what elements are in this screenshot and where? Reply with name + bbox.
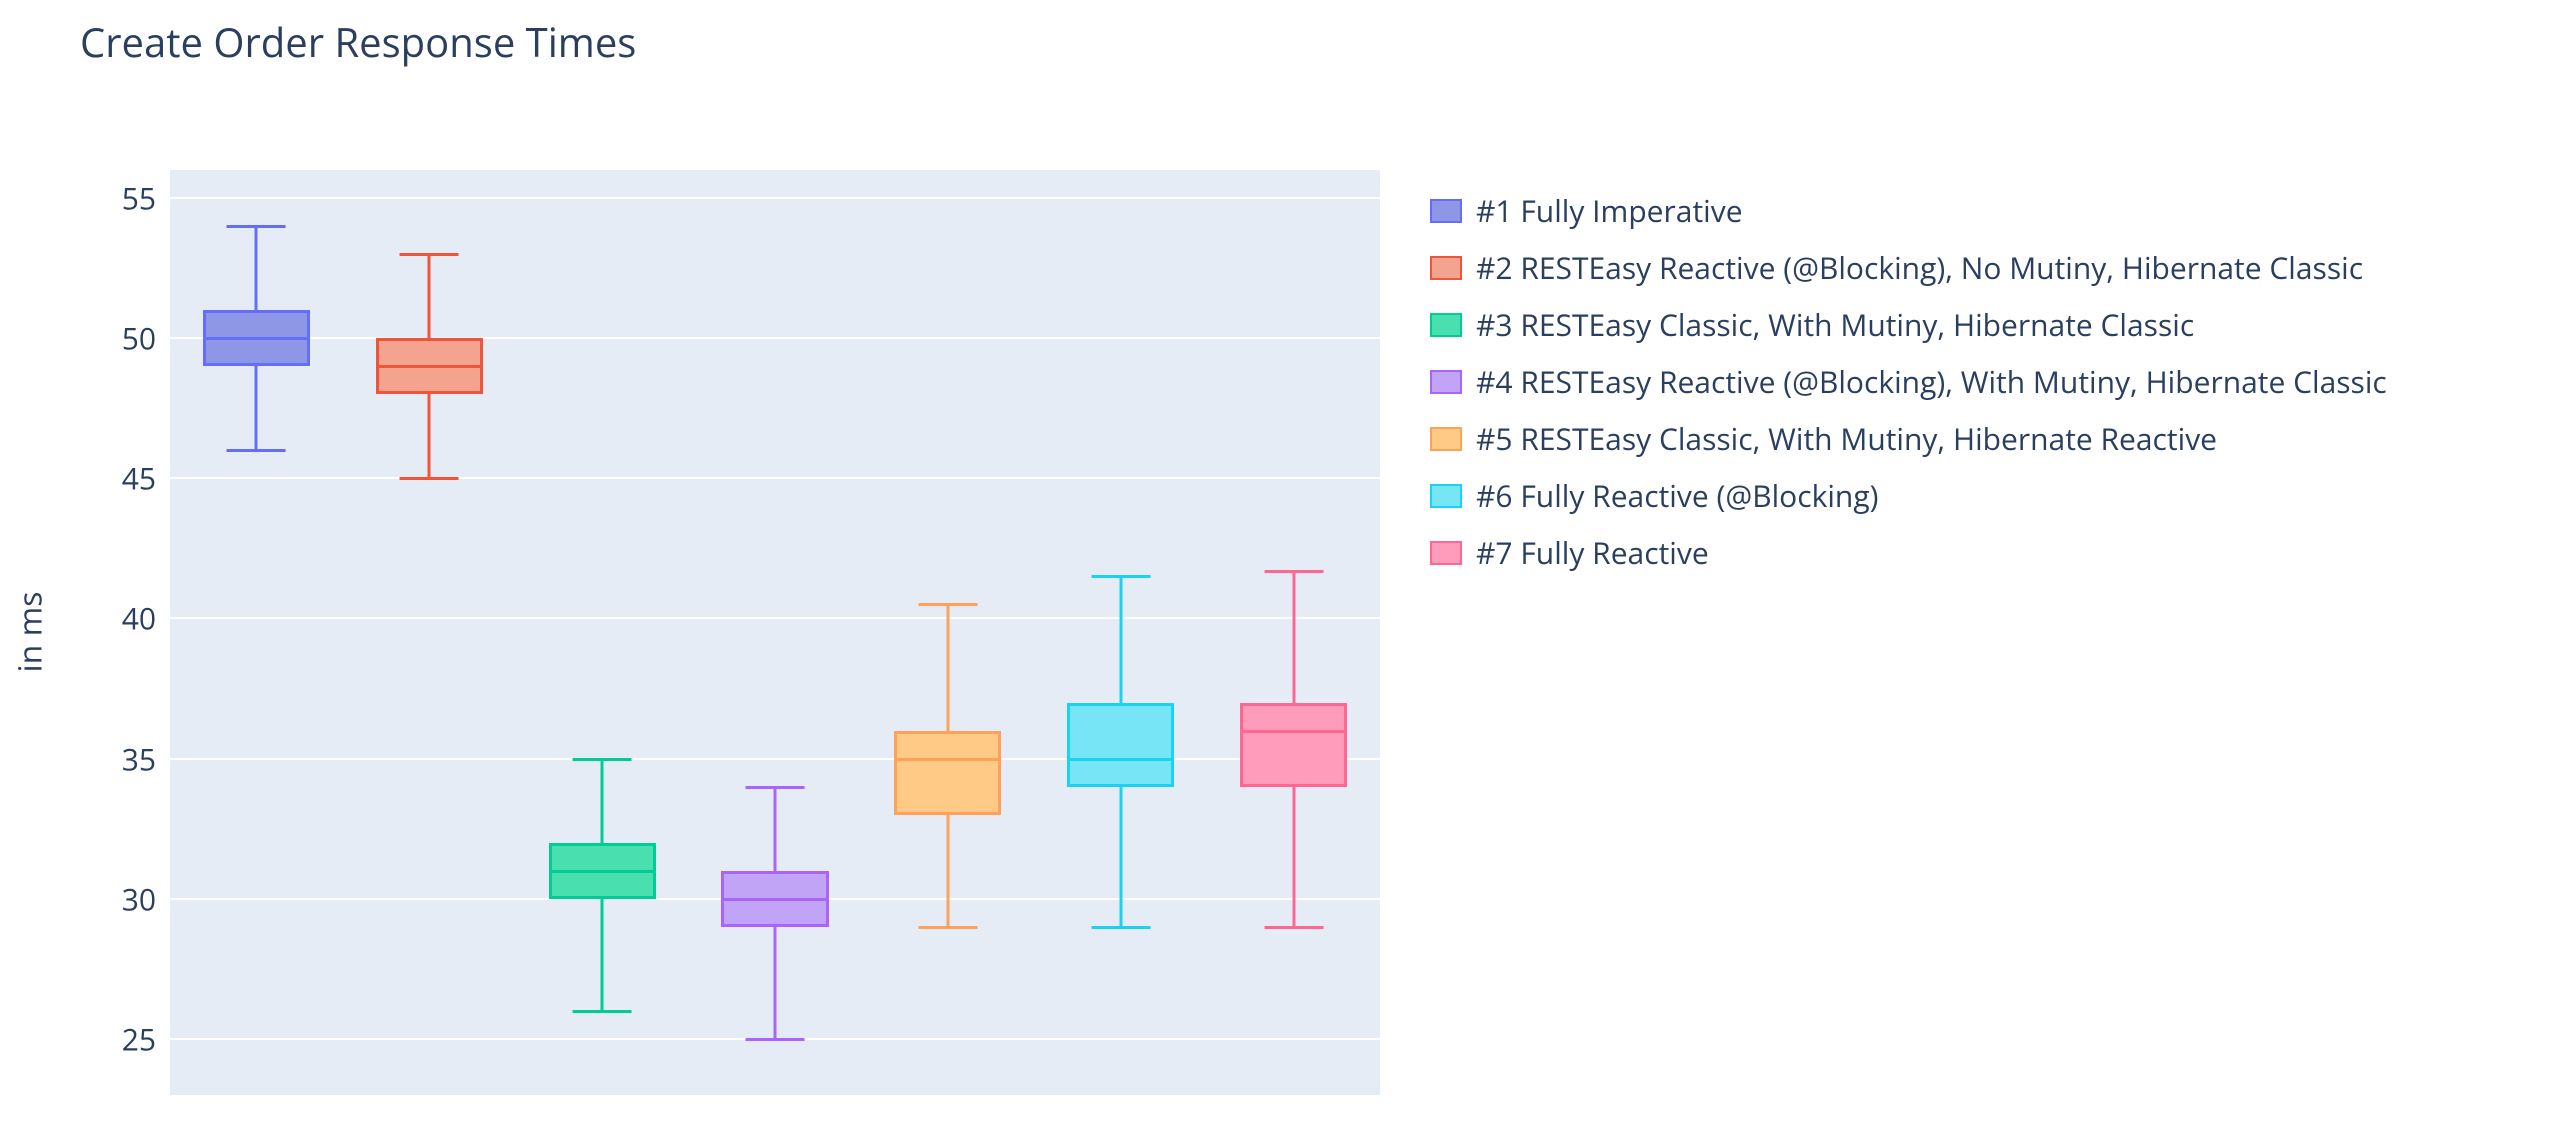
legend: #1 Fully Imperative #2 RESTEasy Reactive … — [1430, 190, 2387, 589]
whisker-cap-top — [400, 253, 459, 256]
ytick-label: 55 — [122, 178, 156, 219]
ytick-label: 45 — [122, 458, 156, 499]
legend-item[interactable]: #4 RESTEasy Reactive (@Blocking), With M… — [1430, 361, 2387, 402]
box-plot-series[interactable] — [1067, 170, 1174, 1095]
whisker-cap-bottom — [400, 477, 459, 480]
box-rect — [1067, 703, 1174, 787]
legend-item[interactable]: #3 RESTEasy Classic, With Mutiny, Hibern… — [1430, 304, 2387, 345]
whisker-cap-top — [573, 758, 632, 761]
chart-title: Create Order Response Times — [80, 14, 636, 69]
box-plot-series[interactable] — [894, 170, 1001, 1095]
legend-swatch — [1430, 256, 1462, 280]
box-plot-series[interactable] — [549, 170, 656, 1095]
ytick-label: 35 — [122, 738, 156, 779]
whisker-cap-bottom — [573, 1010, 632, 1013]
ytick-label: 40 — [122, 598, 156, 639]
legend-label: #3 RESTEasy Classic, With Mutiny, Hibern… — [1476, 304, 2194, 345]
whisker-cap-bottom — [227, 449, 286, 452]
legend-swatch — [1430, 370, 1462, 394]
yaxis-ticks: 25 30 35 40 45 50 55 — [0, 170, 170, 1095]
legend-item[interactable]: #6 Fully Reactive (@Blocking) — [1430, 475, 2387, 516]
whisker-cap-top — [918, 603, 977, 606]
median-line — [894, 758, 1001, 761]
box-plot-series[interactable] — [721, 170, 828, 1095]
legend-item[interactable]: #1 Fully Imperative — [1430, 190, 2387, 231]
legend-item[interactable]: #5 RESTEasy Classic, With Mutiny, Hibern… — [1430, 418, 2387, 459]
legend-label: #1 Fully Imperative — [1476, 190, 1743, 231]
whisker-cap-bottom — [918, 926, 977, 929]
ytick-label: 30 — [122, 878, 156, 919]
median-line — [549, 870, 656, 873]
legend-item[interactable]: #2 RESTEasy Reactive (@Blocking), No Mut… — [1430, 247, 2387, 288]
whisker-cap-bottom — [1264, 926, 1323, 929]
legend-label: #7 Fully Reactive — [1476, 532, 1709, 573]
box-plot-series[interactable] — [203, 170, 310, 1095]
legend-swatch — [1430, 313, 1462, 337]
ytick-label: 50 — [122, 318, 156, 359]
whisker-cap-bottom — [1091, 926, 1150, 929]
legend-label: #6 Fully Reactive (@Blocking) — [1476, 475, 1878, 516]
whisker-cap-top — [227, 225, 286, 228]
median-line — [1240, 730, 1347, 733]
legend-label: #2 RESTEasy Reactive (@Blocking), No Mut… — [1476, 247, 2363, 288]
whisker-cap-top — [1091, 575, 1150, 578]
box-plot-series[interactable] — [376, 170, 483, 1095]
box-rect — [894, 731, 1001, 815]
legend-swatch — [1430, 541, 1462, 565]
whisker-cap-top — [746, 786, 805, 789]
whisker-cap-top — [1264, 570, 1323, 573]
box-rect — [1240, 703, 1347, 787]
legend-label: #5 RESTEasy Classic, With Mutiny, Hibern… — [1476, 418, 2217, 459]
legend-label: #4 RESTEasy Reactive (@Blocking), With M… — [1476, 361, 2387, 402]
box-plot-series[interactable] — [1240, 170, 1347, 1095]
legend-item[interactable]: #7 Fully Reactive — [1430, 532, 2387, 573]
legend-swatch — [1430, 199, 1462, 223]
median-line — [376, 365, 483, 368]
median-line — [203, 337, 310, 340]
legend-swatch — [1430, 484, 1462, 508]
median-line — [721, 898, 828, 901]
legend-swatch — [1430, 427, 1462, 451]
median-line — [1067, 758, 1174, 761]
whisker-cap-bottom — [746, 1038, 805, 1041]
chart-container: Create Order Response Times in ms 253035… — [0, 0, 2571, 1135]
ytick-label: 25 — [122, 1018, 156, 1059]
plot-area — [170, 170, 1380, 1095]
